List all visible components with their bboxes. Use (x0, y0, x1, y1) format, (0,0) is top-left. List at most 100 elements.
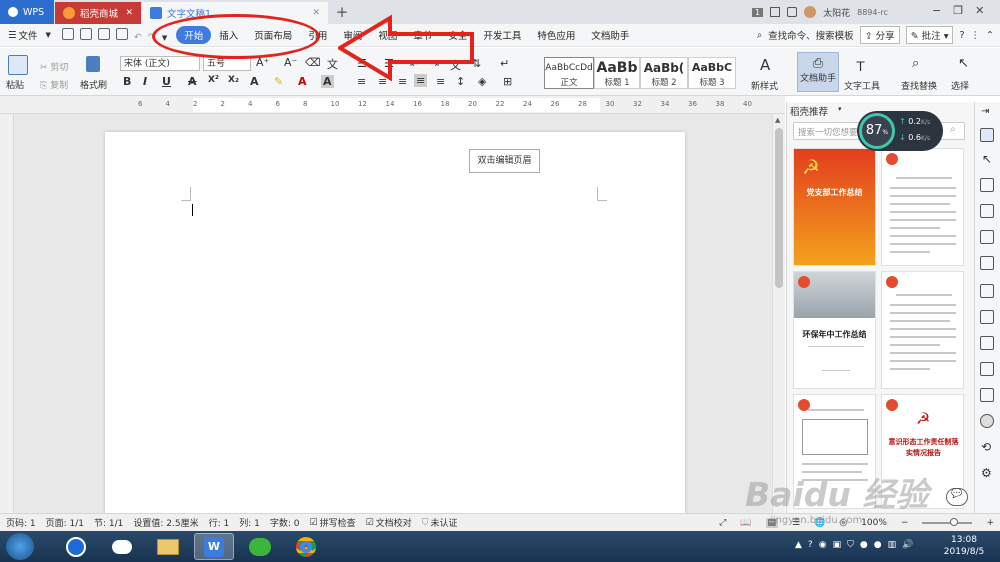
fullscreen-icon[interactable]: ⤢ (719, 518, 726, 528)
zoom-in-icon[interactable]: + (986, 518, 994, 528)
tray-wechat-icon[interactable]: ● (860, 540, 868, 550)
maximize-icon[interactable]: ❐ (953, 4, 963, 17)
vertical-scrollbar[interactable]: ▲ (772, 114, 785, 513)
tray-app-icon[interactable]: ◉ (819, 540, 827, 550)
menu-features[interactable]: 特色应用 (529, 28, 583, 42)
document-icon[interactable] (980, 336, 994, 350)
menu-file[interactable]: 文件 (19, 28, 46, 42)
shrink-font-icon[interactable]: A⁻ (284, 56, 297, 69)
docer-side-icon[interactable] (980, 128, 994, 142)
read-mode-icon[interactable]: 📖 (740, 518, 751, 528)
print-icon[interactable] (97, 27, 110, 40)
style-heading3[interactable]: AaBbC 标题 3 (688, 57, 736, 89)
copy-button[interactable]: ⎘ 复制 (40, 78, 68, 91)
scroll-up-icon[interactable]: ▲ (775, 116, 780, 124)
settings-icon[interactable]: ⚙ (981, 466, 992, 480)
select-button[interactable]: 选择 (951, 79, 969, 92)
collapse-ribbon-icon[interactable]: ⌃ (986, 30, 994, 41)
task-media-player[interactable] (56, 533, 96, 560)
status-words[interactable]: 字数: 0 (270, 516, 300, 529)
avatar[interactable] (804, 6, 817, 18)
find-replace-button[interactable]: 查找替换 (901, 79, 937, 92)
scrollbar-thumb[interactable] (775, 128, 783, 288)
tray-network-icon[interactable]: ▥ (888, 540, 897, 550)
doc-assistant-button[interactable]: ⎙ 文档助手 (797, 52, 839, 92)
preview-icon[interactable] (115, 27, 128, 40)
close-icon[interactable]: ✕ (312, 8, 320, 18)
zoom-level[interactable]: 100% (861, 518, 887, 528)
proofread-icon[interactable]: ☑ (366, 518, 374, 528)
task-wechat[interactable] (240, 533, 280, 560)
format-painter-button[interactable]: 格式刷 (80, 78, 107, 91)
collapse-panel-icon[interactable]: ⇥ (981, 106, 989, 117)
cut-button[interactable]: ✂ 剪切 (40, 60, 68, 73)
new-style-button[interactable]: 新样式 (751, 79, 778, 92)
clear-format-icon[interactable]: ⌫ (305, 56, 321, 69)
table-icon[interactable] (980, 230, 994, 244)
hamburger-icon[interactable]: ☰ (0, 30, 19, 41)
output-icon[interactable] (79, 27, 92, 40)
paste-button[interactable]: 粘贴 (6, 78, 24, 91)
style-heading1[interactable]: AaBb 标题 1 (594, 57, 640, 89)
skin-icon[interactable] (787, 7, 798, 17)
underline-icon[interactable]: U (162, 75, 171, 88)
pointer-icon[interactable]: ↖ (982, 152, 992, 166)
image-icon[interactable] (980, 388, 994, 402)
search-icon[interactable]: ⌕ (757, 30, 762, 41)
user-name[interactable]: 太阳花 (823, 6, 850, 19)
bold-icon[interactable]: B (123, 75, 131, 88)
tray-shield-icon[interactable]: ⛉ (847, 540, 854, 550)
tab-docer-store[interactable]: 稻壳商城 ✕ (55, 2, 141, 24)
format-painter-icon[interactable] (86, 56, 100, 72)
task-explorer[interactable] (148, 533, 188, 560)
memory-gauge[interactable]: 87% (859, 113, 895, 149)
search-icon[interactable]: ⌕ (950, 124, 956, 135)
tray-help-icon[interactable]: ? (808, 540, 813, 550)
crop-icon[interactable] (980, 310, 994, 324)
command-search[interactable]: 查找命令、搜索模板 (768, 28, 854, 42)
status-proof[interactable]: 文档校对 (376, 516, 412, 529)
archive-icon[interactable] (980, 362, 994, 376)
zoom-out-icon[interactable]: − (901, 518, 909, 528)
taskbar-clock[interactable]: 13:08 2019/8/5 (935, 534, 993, 558)
help-button[interactable]: ? (959, 30, 964, 41)
style-icon[interactable] (980, 284, 994, 298)
style-normal[interactable]: AaBbCcDd 正文 (544, 57, 594, 89)
font-color-icon[interactable]: A (298, 75, 307, 88)
template-thumb-3[interactable]: 环保年中工作总结 (793, 271, 876, 389)
tray-chat-icon[interactable]: ● (874, 540, 882, 550)
annotate-button[interactable]: ✎ 批注 ▾ (905, 26, 954, 44)
tray-box-icon[interactable]: ▣ (833, 540, 842, 550)
italic-icon[interactable]: I (143, 75, 147, 88)
start-button[interactable] (6, 533, 34, 560)
adjust-icon[interactable] (980, 256, 994, 270)
more-icon[interactable]: ⋮ (971, 30, 981, 41)
layout-icon[interactable] (770, 7, 781, 17)
text-effect-icon[interactable]: A (250, 75, 259, 88)
borders-icon[interactable]: ⊞ (503, 75, 512, 88)
tab-wps[interactable]: WPS (0, 0, 54, 24)
task-wps-writer[interactable]: W (194, 533, 234, 560)
zoom-slider-thumb[interactable] (950, 517, 959, 526)
menu-doc-assistant[interactable]: 文档助手 (583, 28, 637, 42)
shading-icon[interactable]: ◈ (478, 75, 486, 88)
window-count-badge[interactable]: 1 (752, 7, 764, 17)
subscript-icon[interactable]: X₂ (228, 75, 239, 85)
show-marks-icon[interactable]: ↵ (500, 57, 509, 70)
spell-check-icon[interactable]: ☑ (310, 518, 318, 528)
tray-expand-icon[interactable]: ▲ (795, 540, 802, 550)
docer-circle-icon[interactable] (980, 414, 994, 428)
status-cert[interactable]: 未认证 (430, 516, 457, 529)
close-icon[interactable]: ✕ (125, 8, 133, 18)
zoom-slider[interactable] (922, 517, 973, 526)
text-tools-icon[interactable]: Ｔ (854, 56, 867, 75)
task-chrome[interactable] (286, 533, 326, 560)
edit-header-button[interactable]: 双击编辑页眉 (469, 149, 540, 173)
edit-icon[interactable] (980, 204, 994, 218)
shapes-icon[interactable] (980, 178, 994, 192)
status-spell[interactable]: 拼写检查 (320, 516, 356, 529)
find-replace-icon[interactable]: ⌕ (912, 56, 919, 71)
strikethrough-icon[interactable]: A (188, 75, 197, 88)
style-heading2[interactable]: AaBb( 标题 2 (640, 57, 688, 89)
menu-developer[interactable]: 开发工具 (475, 28, 529, 42)
